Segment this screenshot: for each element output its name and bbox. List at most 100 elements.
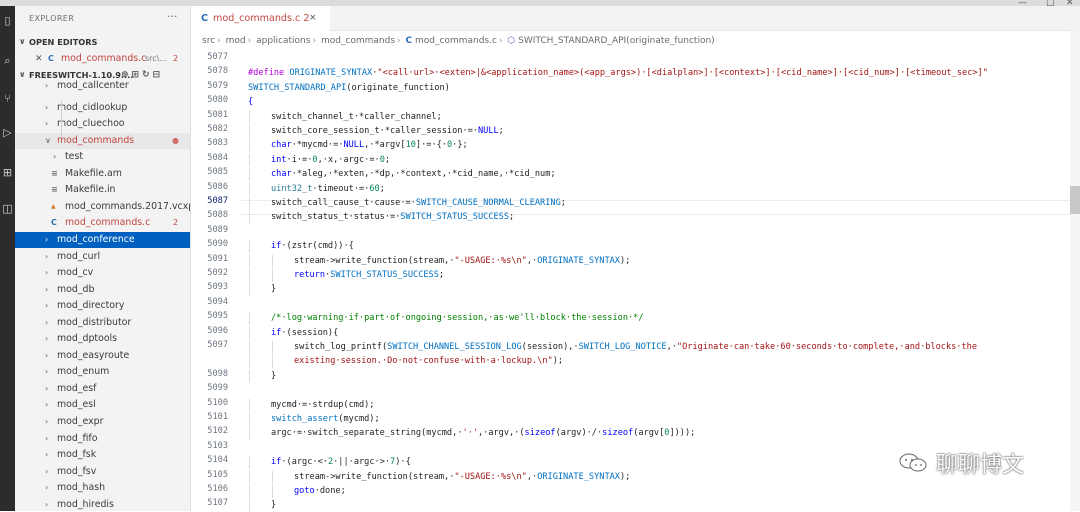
breadcrumb-applications[interactable]: applications xyxy=(256,36,310,46)
tree-item-label: mod_esl xyxy=(57,399,96,411)
indent-guide xyxy=(249,456,250,470)
c-file-icon: C xyxy=(48,54,54,63)
tree-item[interactable]: › mod_cluechoo xyxy=(15,116,190,132)
more-actions-icon[interactable]: ··· xyxy=(167,10,178,23)
tree-item[interactable]: › test xyxy=(15,149,190,165)
breadcrumb-src[interactable]: src xyxy=(202,36,215,46)
tree-item[interactable]: › mod_distributor xyxy=(15,315,190,331)
line-number: 5096 xyxy=(207,325,228,336)
line-number: 5091 xyxy=(207,253,228,264)
indent-guide xyxy=(249,499,250,512)
editor-area: C mod_commands.c 2 × src › mod › applicati… xyxy=(191,6,1080,512)
makefile-icon: ≡ xyxy=(51,185,58,195)
line-number: 5077 xyxy=(207,52,228,62)
line-number: 5103 xyxy=(207,440,228,451)
search-icon[interactable]: ⌕ xyxy=(0,54,15,68)
tree-item[interactable]: › mod_fifo xyxy=(15,431,190,447)
tree-item[interactable]: ≡ Makefile.am xyxy=(15,166,190,182)
chevron-right-icon: › xyxy=(53,152,57,162)
tree-item-label: mod_directory xyxy=(57,300,125,312)
tree-item[interactable]: › mod_hash xyxy=(15,480,190,496)
problem-count-badge: 2 xyxy=(173,54,179,63)
open-editor-item[interactable]: ✕ C mod_commands.c src\... 2 xyxy=(15,51,190,67)
tree-item-label: mod_callcenter xyxy=(57,80,129,91)
tree-item[interactable]: › mod_hiredis xyxy=(15,497,190,511)
code-line: } xyxy=(271,500,277,511)
tree-item[interactable]: › mod_curl xyxy=(15,249,190,265)
breadcrumb-mod[interactable]: mod xyxy=(226,36,246,46)
breadcrumb-symbol[interactable]: SWITCH_STANDARD_API(originate_function) xyxy=(518,36,715,46)
explorer-sidebar: EXPLORER ··· ∨ OPEN EDITORS ✕ C mod_comm… xyxy=(15,6,191,511)
breadcrumb-mod-commands[interactable]: mod_commands xyxy=(321,36,395,46)
tab-bar: C mod_commands.c 2 × xyxy=(191,6,1080,31)
indent-guide xyxy=(61,100,62,138)
tree-item[interactable]: › mod_callcenter xyxy=(15,78,190,94)
indent-guide xyxy=(272,341,273,354)
indent-guide xyxy=(249,413,250,426)
close-icon[interactable]: ✕ xyxy=(35,51,43,67)
tree-item[interactable]: ▲ mod_commands.2017.vcxp... xyxy=(15,199,190,215)
extensions-icon[interactable]: ⊞ xyxy=(0,166,15,180)
explorer-icon[interactable]: ▯ xyxy=(0,14,15,28)
line-number: 5090 xyxy=(207,239,228,250)
line-number: 5085 xyxy=(207,167,228,178)
chevron-right-icon: › xyxy=(45,400,49,410)
tree-item[interactable]: › mod_cv xyxy=(15,265,190,281)
tree-item[interactable]: › mod_directory xyxy=(15,298,190,314)
tree-item[interactable]: › mod_easyroute xyxy=(15,348,190,364)
chevron-down-icon: ∨ xyxy=(19,37,26,46)
tree-item[interactable]: Cmod_commands.c 2 xyxy=(15,215,190,231)
tree-item[interactable]: ≡ Makefile.in xyxy=(15,182,190,198)
tree-item[interactable]: › mod_cidlookup xyxy=(15,100,190,116)
indent-guide xyxy=(249,369,250,383)
tree-item[interactable]: › mod_esl xyxy=(15,397,190,413)
indent-guide xyxy=(272,269,273,282)
indent-guide xyxy=(249,110,250,124)
line-number: 5100 xyxy=(207,397,228,408)
tab-mod-commands[interactable]: C mod_commands.c 2 × xyxy=(191,6,330,31)
line-number: 5087 xyxy=(207,196,228,206)
tree-item[interactable]: › mod_fsv xyxy=(15,464,190,480)
line-number: 5102 xyxy=(207,426,228,437)
indent-guide xyxy=(249,470,250,484)
tree-item[interactable]: › mod_dptools xyxy=(15,331,190,347)
line-number: 5101 xyxy=(207,412,228,422)
vertical-scrollbar[interactable] xyxy=(1070,30,1080,511)
close-tab-icon[interactable]: × xyxy=(309,6,317,31)
tree-item-label: mod_commands.c xyxy=(65,217,151,229)
chevron-right-icon: › xyxy=(45,251,49,261)
tree-item[interactable]: › mod_expr xyxy=(15,414,190,430)
tree-item[interactable]: › mod_enum xyxy=(15,364,190,380)
chevron-right-icon: › xyxy=(45,284,49,294)
chevron-right-icon: › xyxy=(45,367,49,377)
chevron-right-icon: › xyxy=(45,466,49,476)
tree-item[interactable]: › mod_conference xyxy=(15,231,190,248)
line-number: 5083 xyxy=(207,138,228,149)
indent-guide xyxy=(272,355,273,369)
run-debug-icon[interactable]: ▷ xyxy=(0,126,15,140)
makefile-icon: ≡ xyxy=(51,168,58,178)
code-line: stream->write_function(stream,·"-USAGE:·… xyxy=(294,471,631,482)
tree-item-label: mod_cidlookup xyxy=(57,101,128,113)
open-editors-header[interactable]: ∨ OPEN EDITORS xyxy=(15,34,190,50)
line-number: 5098 xyxy=(207,368,228,379)
breadcrumb-file[interactable]: mod_commands.c xyxy=(415,36,497,46)
code-line: argc·=·switch_separate_string(mycmd,·'·'… xyxy=(271,428,696,439)
indent-guide xyxy=(249,485,250,498)
code-line: switch_status_t·status·=·SWITCH_STATUS_S… xyxy=(271,212,515,223)
tree-item[interactable]: › mod_esf xyxy=(15,381,190,397)
remote-icon[interactable]: ◫ xyxy=(0,202,15,216)
scrollbar-thumb[interactable] xyxy=(1070,186,1080,214)
line-number: 5095 xyxy=(207,311,228,322)
source-control-icon[interactable]: ⑂ xyxy=(0,92,15,106)
tree-item[interactable]: ∨ mod_commands ● xyxy=(15,132,190,149)
chevron-right-icon: › xyxy=(45,350,49,360)
line-number: 5088 xyxy=(207,210,228,221)
chevron-right-icon: › xyxy=(45,119,49,129)
chevron-right-icon: › xyxy=(45,317,49,327)
tree-item[interactable]: › mod_fsk xyxy=(15,447,190,463)
tree-item-label: mod_easyroute xyxy=(57,349,130,361)
code-line: goto·done; xyxy=(294,486,346,496)
tree-item[interactable]: › mod_db xyxy=(15,282,190,298)
code-line: switch_log_printf(SWITCH_CHANNEL_SESSION… xyxy=(294,342,978,352)
